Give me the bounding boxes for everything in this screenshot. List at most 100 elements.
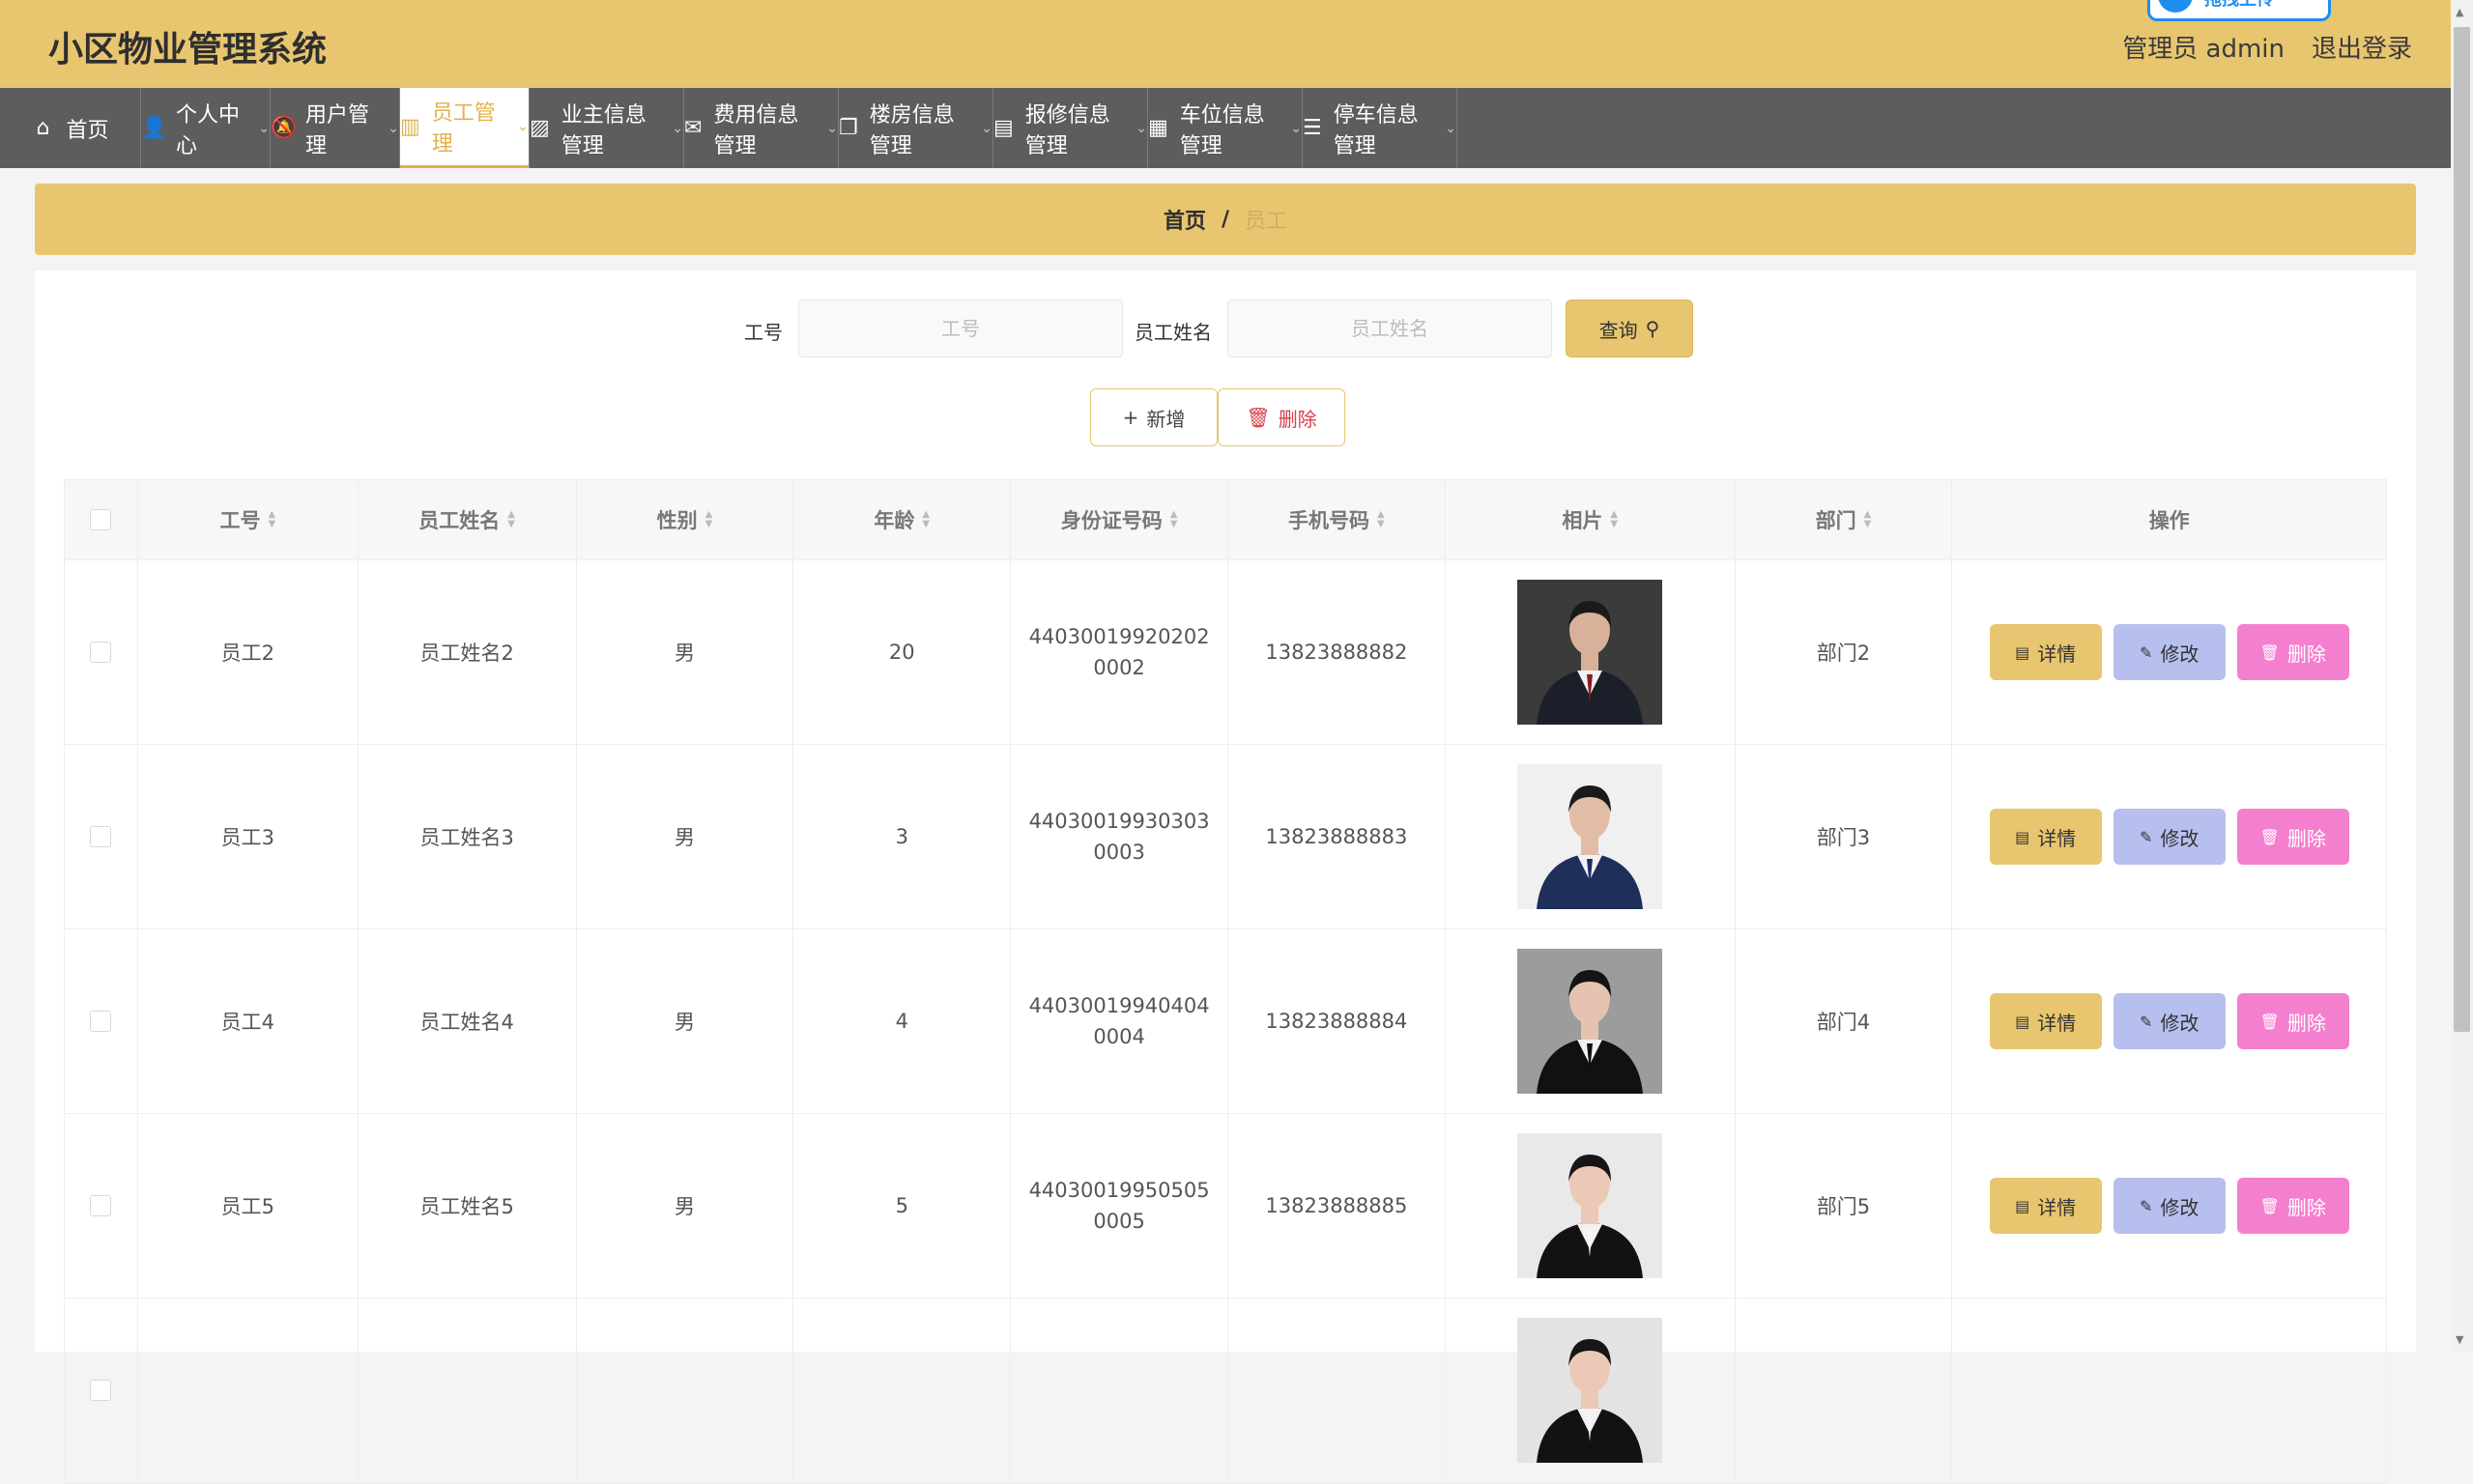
document-icon: ▤ bbox=[2015, 642, 2030, 662]
cell-dept: 部门5 bbox=[1736, 1114, 1953, 1298]
edit-button[interactable]: ✎ 修改 bbox=[2113, 809, 2226, 865]
query-button[interactable]: 查询 ⚲ bbox=[1566, 300, 1693, 357]
scroll-thumb[interactable] bbox=[2454, 27, 2470, 1032]
add-button[interactable]: + 新增 bbox=[1090, 388, 1218, 446]
name-value: 员工姓名2 bbox=[419, 642, 514, 665]
row-checkbox[interactable] bbox=[90, 642, 112, 663]
column-header-1[interactable]: 员工姓名 ▲ ▼ bbox=[359, 480, 577, 559]
column-header-5[interactable]: 手机号码 ▲ ▼ bbox=[1228, 480, 1446, 559]
cell-photo bbox=[1446, 745, 1736, 928]
edit-button-label: 修改 bbox=[2160, 642, 2200, 666]
idcard-value: 440300199303030003 bbox=[1028, 810, 1210, 864]
detail-button[interactable]: ▤ 详情 bbox=[1989, 993, 2102, 1049]
detail-button[interactable]: ▤ 详情 bbox=[1989, 1178, 2102, 1234]
main-nav: ⌂ 首页 👤 个人中心 ⌄ 🔕 用户管理 ⌄ ▥ 员工管理 ⌄ ▨ 业主信息管理 ⌄ ✉ 费用信息管理 ⌄ ❐ 楼房… bbox=[0, 88, 2451, 168]
phone-value: 13823888883 bbox=[1265, 825, 1408, 848]
top-header: 小区物业管理系统 拖拽上传 管理员 admin 退出登录 bbox=[0, 0, 2451, 88]
nav-item-6[interactable]: ❐ 楼房信息管理 ⌄ bbox=[839, 88, 993, 168]
cell-name bbox=[359, 1298, 577, 1482]
nav-item-9[interactable]: ☰ 停车信息管理 ⌄ bbox=[1303, 88, 1457, 168]
column-header-label: 操作 bbox=[2148, 509, 2190, 532]
delete-button-label: 删除 bbox=[2286, 642, 2326, 666]
dept-value: 部门3 bbox=[1816, 826, 1871, 849]
nav-item-label: 用户管理 bbox=[305, 102, 370, 158]
edit-button[interactable]: ✎ 修改 bbox=[2113, 1178, 2226, 1234]
edit-button[interactable]: ✎ 修改 bbox=[2113, 624, 2226, 680]
id-value: 员工5 bbox=[220, 1195, 275, 1218]
batch-delete-button[interactable]: 🗑 删除 bbox=[1218, 388, 1345, 446]
nav-item-label: 报修信息管理 bbox=[1024, 102, 1110, 158]
trash-icon: 🗑 bbox=[2259, 1012, 2280, 1031]
sort-icon[interactable]: ▲ ▼ bbox=[268, 510, 275, 529]
nav-item-2[interactable]: 🔕 用户管理 ⌄ bbox=[271, 88, 400, 168]
nav-item-5[interactable]: ✉ 费用信息管理 ⌄ bbox=[684, 88, 839, 168]
table-row[interactable]: 员工2 员工姓名2 男 20 440300199202020002 13823888882… bbox=[65, 560, 2386, 745]
scroll-up-arrow-icon[interactable]: ▲ bbox=[2456, 6, 2463, 18]
delete-button[interactable]: 🗑 删除 bbox=[2236, 624, 2349, 680]
delete-button[interactable]: 🗑 删除 bbox=[2236, 1178, 2349, 1234]
nav-item-3[interactable]: ▥ 员工管理 ⌄ bbox=[400, 88, 530, 168]
column-header-3[interactable]: 年龄 ▲ ▼ bbox=[793, 480, 1012, 559]
row-checkbox[interactable] bbox=[90, 826, 112, 847]
row-checkbox[interactable] bbox=[90, 1195, 112, 1216]
column-header-7[interactable]: 部门 ▲ ▼ bbox=[1736, 480, 1953, 559]
employee-photo[interactable] bbox=[1517, 1318, 1663, 1463]
breadcrumb-home[interactable]: 首页 bbox=[1164, 204, 1206, 235]
select-all-cell bbox=[65, 480, 138, 559]
row-checkbox[interactable] bbox=[90, 1011, 112, 1032]
delete-button[interactable]: 🗑 删除 bbox=[2236, 809, 2349, 865]
sort-icon[interactable]: ▲ ▼ bbox=[705, 510, 713, 529]
employee-id-input[interactable] bbox=[798, 300, 1123, 357]
content-panel: 工号 员工姓名 查询 ⚲ + 新增 🗑 删除 工号 ▲▼ 员工姓名 ▲▼ 性别 ▲▼ 年龄 ▲… bbox=[35, 271, 2416, 1484]
name-value: 员工姓名3 bbox=[419, 826, 514, 849]
nav-item-7[interactable]: ▤ 报修信息管理 ⌄ bbox=[993, 88, 1148, 168]
column-header-2[interactable]: 性别 ▲ ▼ bbox=[577, 480, 794, 559]
user-info: 管理员 admin bbox=[2122, 35, 2285, 64]
column-header-4[interactable]: 身份证号码 ▲ ▼ bbox=[1011, 480, 1228, 559]
cell-name: 员工姓名4 bbox=[359, 929, 577, 1113]
column-header-6[interactable]: 相片 ▲ ▼ bbox=[1446, 480, 1736, 559]
cell-gender bbox=[577, 1298, 794, 1482]
table-row[interactable] bbox=[65, 1298, 2386, 1483]
sort-icon[interactable]: ▲ ▼ bbox=[922, 510, 930, 529]
edit-button-label: 修改 bbox=[2160, 1195, 2200, 1219]
delete-button-label: 删除 bbox=[2286, 826, 2326, 850]
nav-item-0[interactable]: ⌂ 首页 bbox=[0, 88, 141, 168]
table-row[interactable]: 员工5 员工姓名5 男 5 440300199505050005 13823888885 部… bbox=[65, 1114, 2386, 1298]
nav-item-8[interactable]: ▦ 车位信息管理 ⌄ bbox=[1148, 88, 1303, 168]
scroll-down-arrow-icon[interactable]: ▼ bbox=[2456, 1333, 2463, 1346]
employee-photo[interactable] bbox=[1517, 580, 1663, 725]
select-all-checkbox[interactable] bbox=[90, 509, 112, 530]
sort-icon[interactable]: ▲ ▼ bbox=[507, 510, 515, 529]
cell-dept: 部门3 bbox=[1736, 745, 1953, 928]
badge-circle-icon bbox=[2158, 0, 2193, 13]
sort-icon[interactable]: ▲ ▼ bbox=[1170, 510, 1178, 529]
cell-dept: 部门2 bbox=[1736, 560, 1953, 744]
detail-button-label: 详情 bbox=[2037, 1011, 2077, 1035]
detail-button[interactable]: ▤ 详情 bbox=[1989, 809, 2102, 865]
detail-button[interactable]: ▤ 详情 bbox=[1989, 624, 2102, 680]
employee-name-input[interactable] bbox=[1227, 300, 1552, 357]
logout-link[interactable]: 退出登录 bbox=[2312, 29, 2412, 65]
employee-photo[interactable] bbox=[1517, 764, 1663, 909]
nav-item-4[interactable]: ▨ 业主信息管理 ⌄ bbox=[530, 88, 684, 168]
upload-badge[interactable]: 拖拽上传 bbox=[2147, 0, 2331, 21]
idcard-value: 440300199505050005 bbox=[1028, 1179, 1210, 1233]
row-checkbox[interactable] bbox=[90, 1380, 112, 1401]
edit-button[interactable]: ✎ 修改 bbox=[2113, 993, 2226, 1049]
cell-id: 员工2 bbox=[138, 560, 359, 744]
column-header-0[interactable]: 工号 ▲ ▼ bbox=[138, 480, 359, 559]
delete-button[interactable]: 🗑 删除 bbox=[2236, 993, 2349, 1049]
sort-icon[interactable]: ▲ ▼ bbox=[1610, 510, 1618, 529]
nav-item-1[interactable]: 👤 个人中心 ⌄ bbox=[141, 88, 271, 168]
sort-icon[interactable]: ▲ ▼ bbox=[1377, 510, 1385, 529]
delete-button-label: 删除 bbox=[2286, 1011, 2326, 1035]
age-value: 5 bbox=[895, 1194, 908, 1217]
table-row[interactable]: 员工3 员工姓名3 男 3 440300199303030003 13823888883 部… bbox=[65, 745, 2386, 929]
cell-photo bbox=[1446, 929, 1736, 1113]
employee-photo[interactable] bbox=[1517, 1133, 1663, 1278]
employee-photo[interactable] bbox=[1517, 949, 1663, 1094]
sort-icon[interactable]: ▲ ▼ bbox=[1864, 510, 1872, 529]
page-scrollbar[interactable]: ▲ ▼ bbox=[2451, 0, 2473, 1352]
table-row[interactable]: 员工4 员工姓名4 男 4 440300199404040004 13823888884 部… bbox=[65, 929, 2386, 1114]
